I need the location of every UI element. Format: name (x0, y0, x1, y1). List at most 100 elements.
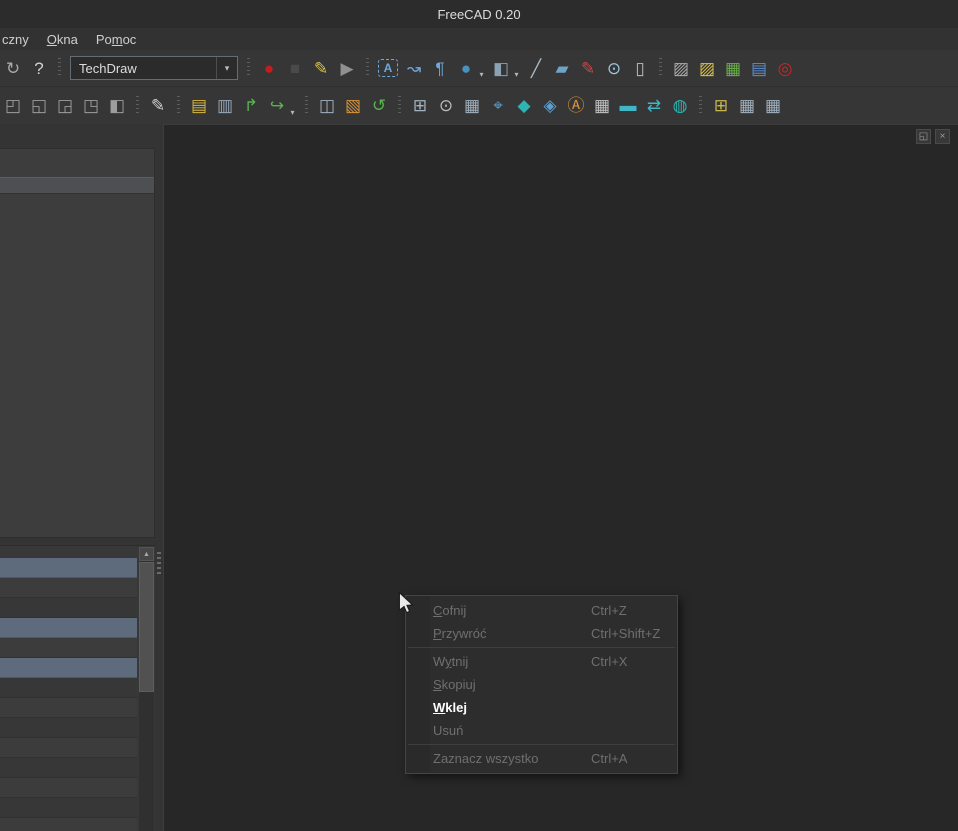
spreadsheet-view-icon[interactable]: ▦ (590, 94, 614, 118)
view-cube-icon[interactable]: ◳ (79, 94, 103, 118)
menu-item-partial[interactable]: czny (0, 30, 38, 49)
property-row[interactable] (0, 678, 137, 698)
context-menu-item-redo[interactable]: Przywróć Ctrl+Shift+Z (406, 622, 677, 645)
leader-line-icon[interactable]: ↝ (402, 56, 426, 80)
scrollbar-up-button[interactable]: ▲ (139, 547, 154, 561)
geometric-hatch-icon[interactable]: ▨ (695, 56, 719, 80)
chevron-down-icon[interactable]: ▾ (511, 57, 522, 79)
eraser-icon[interactable]: ▰ (550, 56, 574, 80)
shortcut-label: Ctrl+A (591, 751, 628, 766)
context-menu-item-delete[interactable]: Usuń (406, 719, 677, 742)
title-bar[interactable]: FreeCAD 0.20 (0, 0, 958, 29)
view-cube-icon[interactable]: ◰ (1, 94, 25, 118)
window-title: FreeCAD 0.20 (437, 6, 521, 22)
update-views-icon[interactable]: ↺ (367, 94, 391, 118)
table-icon[interactable]: ▦ (761, 94, 785, 118)
view-cube-icon[interactable]: ◲ (53, 94, 77, 118)
line-decoration-icon[interactable]: ╱ (524, 56, 548, 80)
insert-image-icon[interactable]: ▤ (747, 56, 771, 80)
insert-view-icon[interactable]: ◫ (315, 94, 339, 118)
section-view-icon[interactable]: ▦ (460, 94, 484, 118)
property-panel[interactable]: ▲ (0, 545, 155, 831)
redraw-page-icon[interactable]: ↱ (239, 94, 263, 118)
property-row[interactable] (0, 658, 137, 678)
toolbar-separator (699, 95, 702, 116)
toolbar-row-1: ↻ ? TechDraw ▾ ● ■ ✎ ▶ A ↝ ¶ ● ▾ ◧ ▾ ╱ ▰… (0, 50, 958, 87)
mouse-cursor (398, 592, 414, 614)
macro-edit-icon[interactable]: ✎ (309, 56, 333, 80)
hatch-face-icon[interactable]: ▨ (669, 56, 693, 80)
menu-item-label: Usuń (433, 723, 464, 738)
context-menu-item-copy[interactable]: Skopiuj (406, 673, 677, 696)
insert-symbol-icon[interactable]: ▦ (721, 56, 745, 80)
column-icon[interactable]: ▯ (628, 56, 652, 80)
refresh-icon[interactable]: ↻ (1, 56, 25, 80)
property-row[interactable] (0, 578, 137, 598)
property-row[interactable] (0, 598, 137, 618)
context-menu-item-paste[interactable]: Wklej (406, 696, 677, 719)
menu-item-help[interactable]: Pomoc (87, 30, 145, 49)
scrollbar-thumb[interactable] (139, 562, 154, 692)
3d-view-icon[interactable]: ◆ (512, 94, 536, 118)
export-page-icon[interactable]: ↪ (265, 94, 289, 118)
rich-text-icon[interactable]: ¶ (428, 56, 452, 80)
arch-view-icon[interactable]: ▬ (616, 94, 640, 118)
new-default-page-icon[interactable]: ▤ (187, 94, 211, 118)
toolbar-row-2: ◰ ◱ ◲ ◳ ◧ ✎ ▤ ▥ ↱ ↪ ▾ ◫ ▧ ↺ ⊞ ⊙ ▦ ⌖ ◆ ◈ … (0, 87, 958, 125)
menu-label: czny (2, 31, 29, 47)
macro-execute-icon[interactable]: ▶ (335, 56, 359, 80)
view-cube-icon[interactable]: ◱ (27, 94, 51, 118)
scrollbar[interactable]: ▲ (139, 547, 154, 831)
property-row[interactable] (0, 718, 137, 738)
menu-item-label: Przywróć (433, 626, 487, 641)
toolbar-separator (305, 95, 308, 116)
menu-label: kna (56, 31, 78, 47)
menu-item-windows[interactable]: Okna (38, 30, 87, 49)
center-line-icon[interactable]: ● (454, 56, 478, 80)
stylus-icon[interactable]: ✎ (146, 94, 170, 118)
property-row[interactable] (0, 558, 137, 578)
cosmetic-object-icon[interactable]: ◧ (489, 56, 513, 80)
view-cube-icon[interactable]: ◧ (105, 94, 129, 118)
detail-view-icon[interactable]: ⌖ (486, 94, 510, 118)
macro-record-icon[interactable]: ● (257, 56, 281, 80)
property-row[interactable] (0, 738, 137, 758)
tree-view-panel[interactable] (0, 148, 155, 538)
balloon-icon[interactable]: ◍ (668, 94, 692, 118)
cosmetic-pen-icon[interactable]: ✎ (576, 56, 600, 80)
insert-active-view-icon[interactable]: ▧ (341, 94, 365, 118)
visibility-eye-icon[interactable]: ⊙ (602, 56, 626, 80)
dock-splitter-handle[interactable] (157, 552, 161, 576)
property-row[interactable] (0, 798, 137, 818)
shortcut-label: Ctrl+Shift+Z (591, 626, 661, 641)
context-menu: Cofnij Ctrl+Z Przywróć Ctrl+Shift+Z Wytn… (405, 595, 678, 774)
float-panel-icon[interactable]: ◱ (916, 129, 931, 144)
toggle-frames-icon[interactable]: ◎ (773, 56, 797, 80)
new-page-template-icon[interactable]: ▥ (213, 94, 237, 118)
chevron-down-icon[interactable]: ▾ (476, 57, 487, 79)
draft-view-icon[interactable]: Ⓐ (564, 94, 588, 118)
whats-this-icon[interactable]: ? (27, 56, 51, 80)
menu-label-mnemonic: O (46, 31, 57, 47)
camera-snapshot-icon[interactable]: ⊙ (434, 94, 458, 118)
projection-group-icon[interactable]: ⊞ (408, 94, 432, 118)
property-row[interactable] (0, 758, 137, 778)
table-icon[interactable]: ▦ (735, 94, 759, 118)
workbench-selector[interactable]: TechDraw ▾ (70, 56, 238, 80)
chevron-down-icon[interactable]: ▾ (216, 57, 237, 79)
property-row[interactable] (0, 778, 137, 798)
annotation-icon[interactable]: A (378, 59, 398, 77)
clip-group-icon[interactable]: ◈ (538, 94, 562, 118)
close-panel-icon[interactable]: × (935, 129, 950, 144)
chevron-down-icon[interactable]: ▾ (287, 95, 298, 117)
context-menu-item-cut[interactable]: Wytnij Ctrl+X (406, 650, 677, 673)
property-row[interactable] (0, 638, 137, 658)
new-diagram-icon[interactable]: ⊞ (709, 94, 733, 118)
arch-section-icon[interactable]: ⇄ (642, 94, 666, 118)
context-menu-item-select-all[interactable]: Zaznacz wszystko Ctrl+A (406, 747, 677, 770)
macro-stop-icon[interactable]: ■ (283, 56, 307, 80)
property-row[interactable] (0, 618, 137, 638)
property-row[interactable] (0, 698, 137, 718)
context-menu-item-undo[interactable]: Cofnij Ctrl+Z (406, 599, 677, 622)
property-row[interactable] (0, 818, 137, 831)
